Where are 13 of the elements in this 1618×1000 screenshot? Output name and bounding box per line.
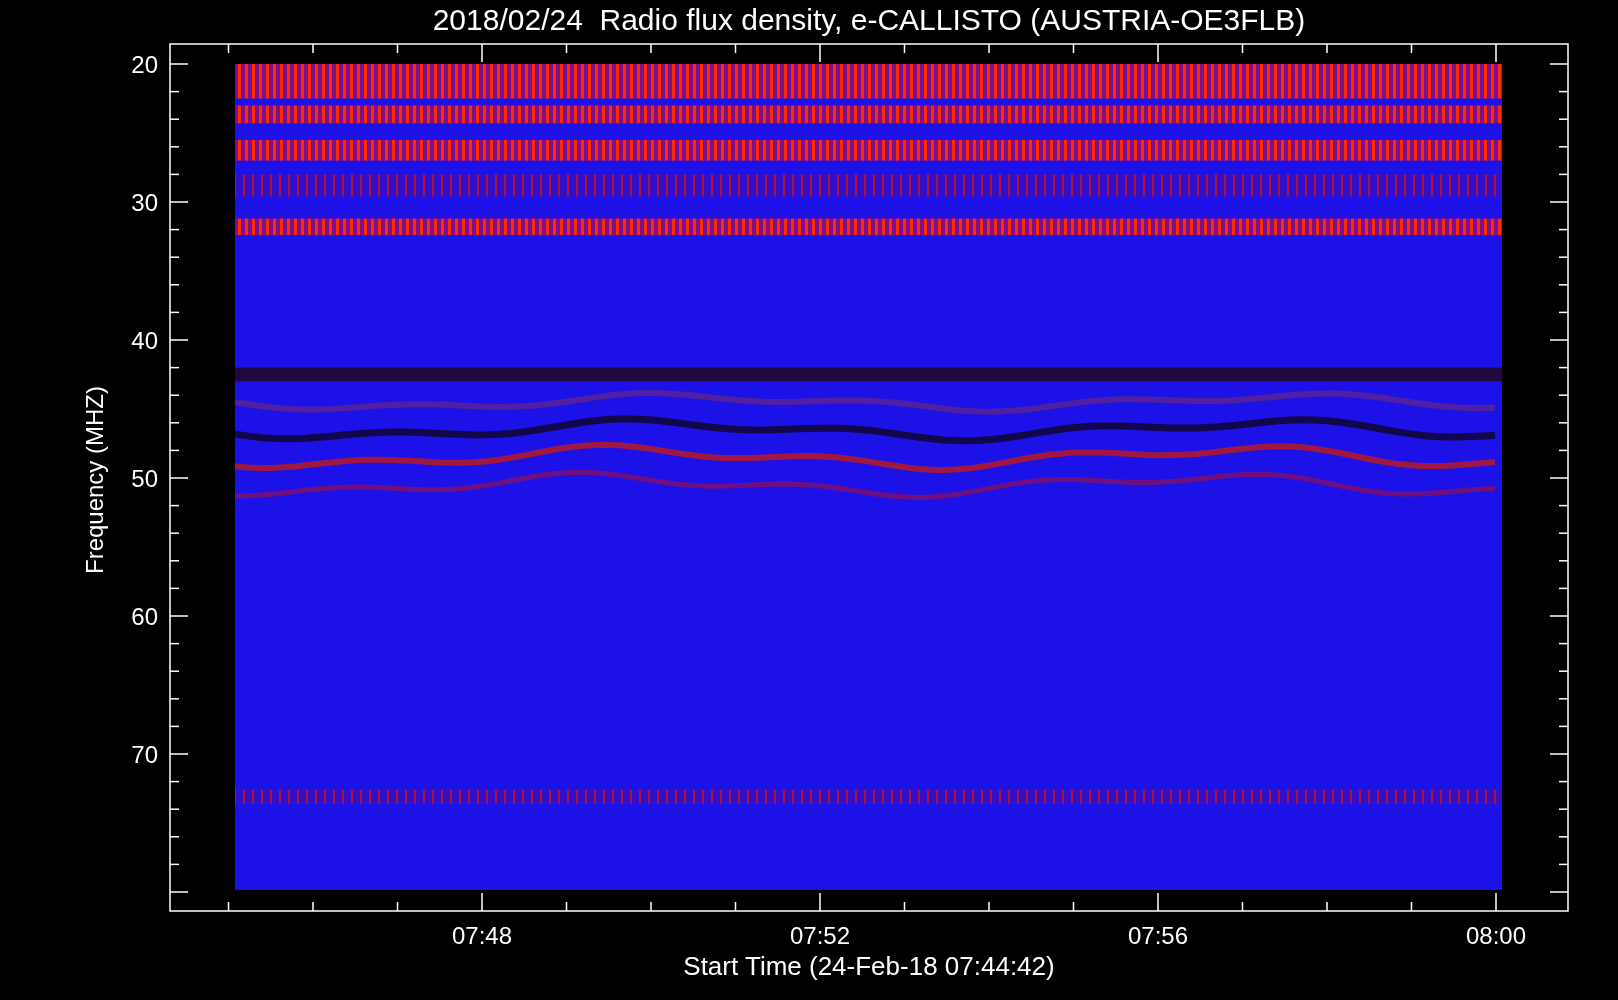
x-tick-label: 08:00 bbox=[1465, 922, 1527, 949]
chart-title: 2018/02/24 Radio flux density, e-CALLISTO (AUSTRIA-OE3FLB) bbox=[432, 3, 1306, 36]
y-tick-label: 70 bbox=[131, 741, 158, 768]
y-tick-label: 30 bbox=[131, 189, 158, 216]
x-tick-label: 07:48 bbox=[451, 922, 513, 949]
x-tick-label: 07:52 bbox=[789, 922, 851, 949]
y-tick-label: 20 bbox=[131, 51, 158, 78]
y-tick-label: 60 bbox=[131, 603, 158, 630]
x-axis-label: Start Time (24-Feb-18 07:44:42) bbox=[683, 951, 1055, 981]
y-tick-label: 50 bbox=[131, 465, 158, 492]
x-tick-label: 07:56 bbox=[1127, 922, 1189, 949]
y-axis-label: Frequency (MHZ) bbox=[81, 386, 108, 574]
y-tick-label: 40 bbox=[131, 327, 158, 354]
